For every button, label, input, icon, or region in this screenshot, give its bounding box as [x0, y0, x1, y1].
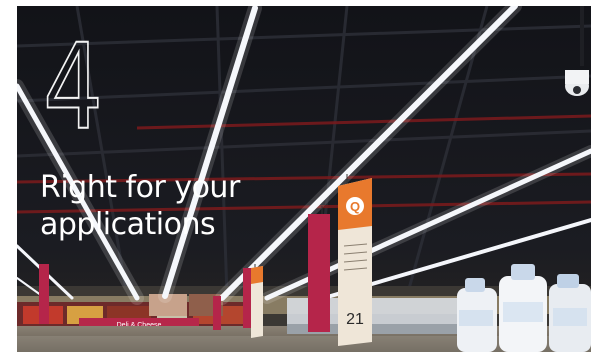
aisle-sign-number: 21 — [346, 311, 364, 328]
section-title: Right for your applications — [40, 169, 340, 243]
section-number: 4 — [42, 18, 104, 156]
section-title-line-1: Right for your — [40, 170, 240, 205]
aisle-sign-letter: Q — [350, 199, 360, 214]
section-title-line-2: applications — [40, 207, 216, 242]
